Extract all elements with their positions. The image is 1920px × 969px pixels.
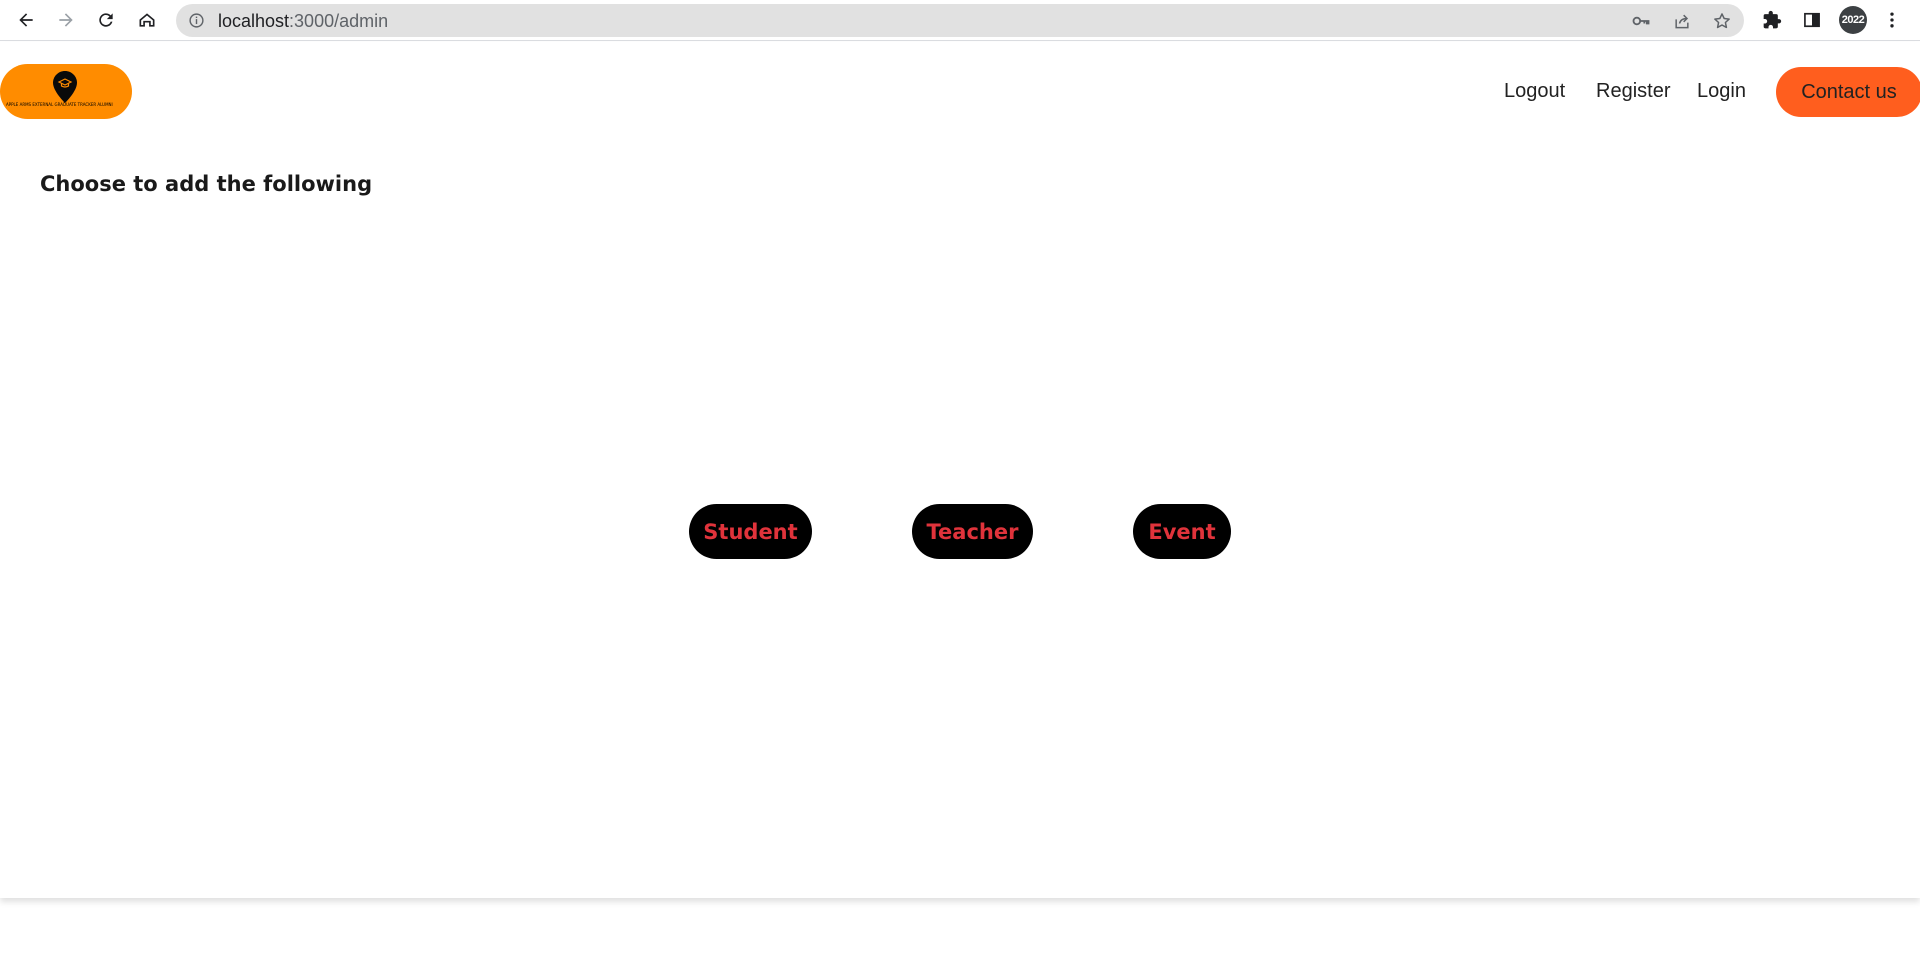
info-icon[interactable]: [188, 12, 205, 29]
menu-icon[interactable]: [1882, 10, 1902, 30]
page-title: Choose to add the following: [40, 172, 373, 196]
logout-link[interactable]: Logout: [1504, 80, 1565, 103]
add-teacher-button[interactable]: Teacher: [912, 504, 1033, 559]
puzzle-icon[interactable]: [1762, 10, 1782, 30]
add-student-button[interactable]: Student: [689, 504, 812, 559]
side-panel-icon[interactable]: [1802, 10, 1822, 30]
register-link[interactable]: Register: [1596, 80, 1670, 103]
reload-icon[interactable]: [90, 4, 122, 36]
home-icon[interactable]: [131, 4, 163, 36]
login-link[interactable]: Login: [1697, 80, 1746, 103]
back-icon[interactable]: [10, 4, 42, 36]
site-header: APPLE ARMS EXTERNAL GRADUATE TRACKER ALU…: [0, 42, 1920, 140]
key-icon[interactable]: [1631, 11, 1651, 31]
forward-icon[interactable]: [50, 4, 82, 36]
logo-caption: APPLE ARMS EXTERNAL GRADUATE TRACKER ALU…: [6, 102, 113, 107]
browser-toolbar: localhost:3000/admin 2022: [0, 0, 1920, 41]
contact-us-button[interactable]: Contact us: [1776, 67, 1920, 117]
map-pin-graduation-icon: [53, 71, 77, 103]
share-icon[interactable]: [1672, 11, 1692, 31]
add-event-button[interactable]: Event: [1133, 504, 1231, 559]
address-bar[interactable]: localhost:3000/admin: [176, 4, 1744, 37]
site-logo[interactable]: APPLE ARMS EXTERNAL GRADUATE TRACKER ALU…: [0, 64, 132, 119]
page-container: APPLE ARMS EXTERNAL GRADUATE TRACKER ALU…: [0, 42, 1920, 898]
url-text[interactable]: localhost:3000/admin: [218, 11, 388, 32]
profile-avatar[interactable]: 2022: [1839, 6, 1867, 34]
star-icon[interactable]: [1712, 11, 1732, 31]
